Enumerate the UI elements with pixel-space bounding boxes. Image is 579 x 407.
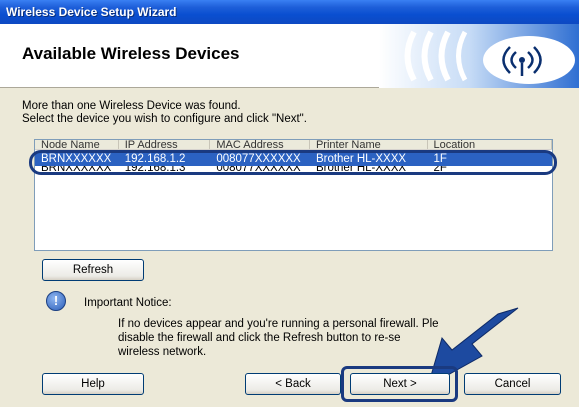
found-message: More than one Wireless Device was found. <box>22 100 241 112</box>
instruction-message: Select the device you wish to configure … <box>22 113 307 125</box>
page-title: Available Wireless Devices <box>22 44 240 63</box>
device-list-header: Node Name IP Address MAC Address Printer… <box>35 140 552 150</box>
device-list[interactable]: Node Name IP Address MAC Address Printer… <box>34 139 553 251</box>
window-title: Wireless Device Setup Wizard <box>0 0 579 24</box>
cell-location: 2F <box>433 166 447 172</box>
notice-text-line: If no devices appear and you're running … <box>118 318 439 330</box>
cell-node-name: BRNXXXXXX <box>41 166 112 172</box>
cell-ip-address: 192.168.1.3 <box>124 166 186 172</box>
back-button[interactable]: < Back <box>245 373 341 395</box>
cell-mac-address: 008077XXXXXX <box>216 153 301 165</box>
cancel-button[interactable]: Cancel <box>464 373 561 395</box>
wizard-window: Wireless Device Setup Wizard Available W… <box>0 0 579 407</box>
cell-location: 1F <box>433 153 447 165</box>
cell-ip-address: 192.168.1.2 <box>124 153 186 165</box>
notice-title: Important Notice: <box>84 297 172 309</box>
refresh-button[interactable]: Refresh <box>42 259 144 281</box>
notice-text-line: disable the firewall and click the Refre… <box>118 332 401 344</box>
column-printer-name[interactable]: Printer Name <box>310 140 428 149</box>
cell-printer-name: Brother HL-XXXX <box>315 153 407 165</box>
wireless-signal-icon <box>379 24 579 88</box>
column-location[interactable]: Location <box>428 140 552 149</box>
next-button[interactable]: Next > <box>350 373 450 395</box>
cell-node-name: BRNXXXXXX <box>41 153 112 165</box>
column-mac-address[interactable]: MAC Address <box>210 140 310 149</box>
help-button[interactable]: Help <box>42 373 144 395</box>
column-node-name[interactable]: Node Name <box>35 140 119 149</box>
exclamation-icon: ! <box>46 291 66 311</box>
header-banner: Available Wireless Devices <box>0 24 579 88</box>
column-ip-address[interactable]: IP Address <box>119 140 211 149</box>
cell-printer-name: Brother HL-XXXX <box>315 166 407 172</box>
notice-text-line: wireless network. <box>118 346 207 358</box>
device-row[interactable]: BRNXXXXXX 192.168.1.3 008077XXXXXX Broth… <box>35 166 552 172</box>
device-row-selected[interactable]: BRNXXXXXX 192.168.1.2 008077XXXXXX Broth… <box>35 152 552 166</box>
cell-mac-address: 008077XXXXXX <box>216 166 301 172</box>
